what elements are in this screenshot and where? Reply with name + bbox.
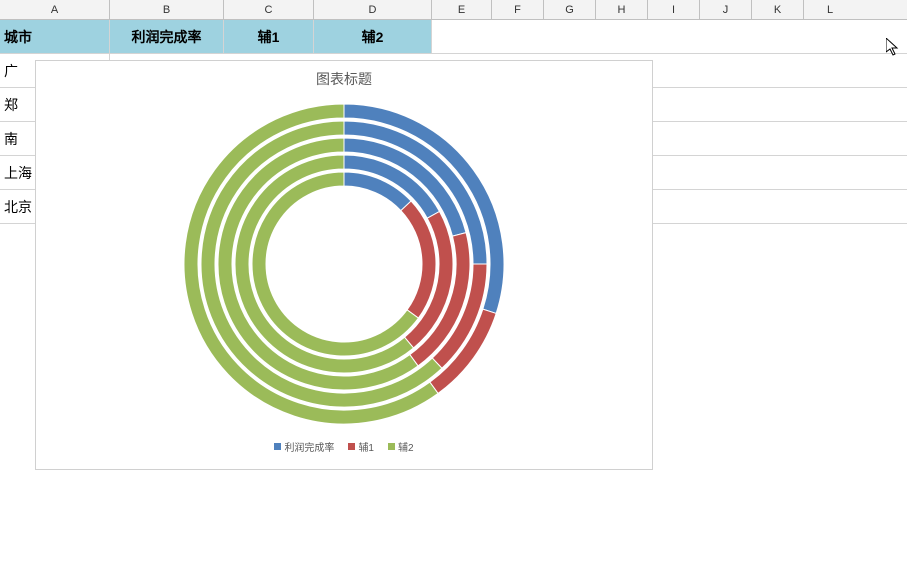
col-header-L[interactable]: L <box>804 0 856 19</box>
legend-swatch-icon <box>388 443 395 450</box>
col-header-H[interactable]: H <box>596 0 648 19</box>
doughnut-chart-svg <box>174 94 514 434</box>
legend-item-profit: 利润完成率 <box>274 439 334 454</box>
header-aux1[interactable]: 辅1 <box>224 20 314 53</box>
col-header-J[interactable]: J <box>700 0 752 19</box>
col-header-A[interactable]: A <box>0 0 110 19</box>
header-city[interactable]: 城市 <box>0 20 110 53</box>
legend-label: 利润完成率 <box>284 439 334 454</box>
col-header-E[interactable]: E <box>432 0 492 19</box>
column-header-row: A B C D E F G H I J K L <box>0 0 907 20</box>
col-header-G[interactable]: G <box>544 0 596 19</box>
chart-title: 图表标题 <box>36 69 652 89</box>
legend-item-aux2: 辅2 <box>388 439 414 454</box>
col-header-F[interactable]: F <box>492 0 544 19</box>
header-profit-rate[interactable]: 利润完成率 <box>110 20 224 53</box>
col-header-K[interactable]: K <box>752 0 804 19</box>
header-aux2[interactable]: 辅2 <box>314 20 432 53</box>
chart-plot-area <box>36 89 652 439</box>
legend-label: 辅1 <box>358 439 374 454</box>
legend-item-aux1: 辅1 <box>348 439 374 454</box>
col-header-I[interactable]: I <box>648 0 700 19</box>
chart-legend: 利润完成率 辅1 辅2 <box>36 439 652 454</box>
col-header-D[interactable]: D <box>314 0 432 19</box>
legend-swatch-icon <box>274 443 281 450</box>
table-header-row: 城市 利润完成率 辅1 辅2 <box>0 20 907 54</box>
legend-label: 辅2 <box>398 439 414 454</box>
col-header-B[interactable]: B <box>110 0 224 19</box>
col-header-C[interactable]: C <box>224 0 314 19</box>
chart-object[interactable]: 图表标题 利润完成率 辅1 辅2 <box>35 60 653 470</box>
legend-swatch-icon <box>348 443 355 450</box>
